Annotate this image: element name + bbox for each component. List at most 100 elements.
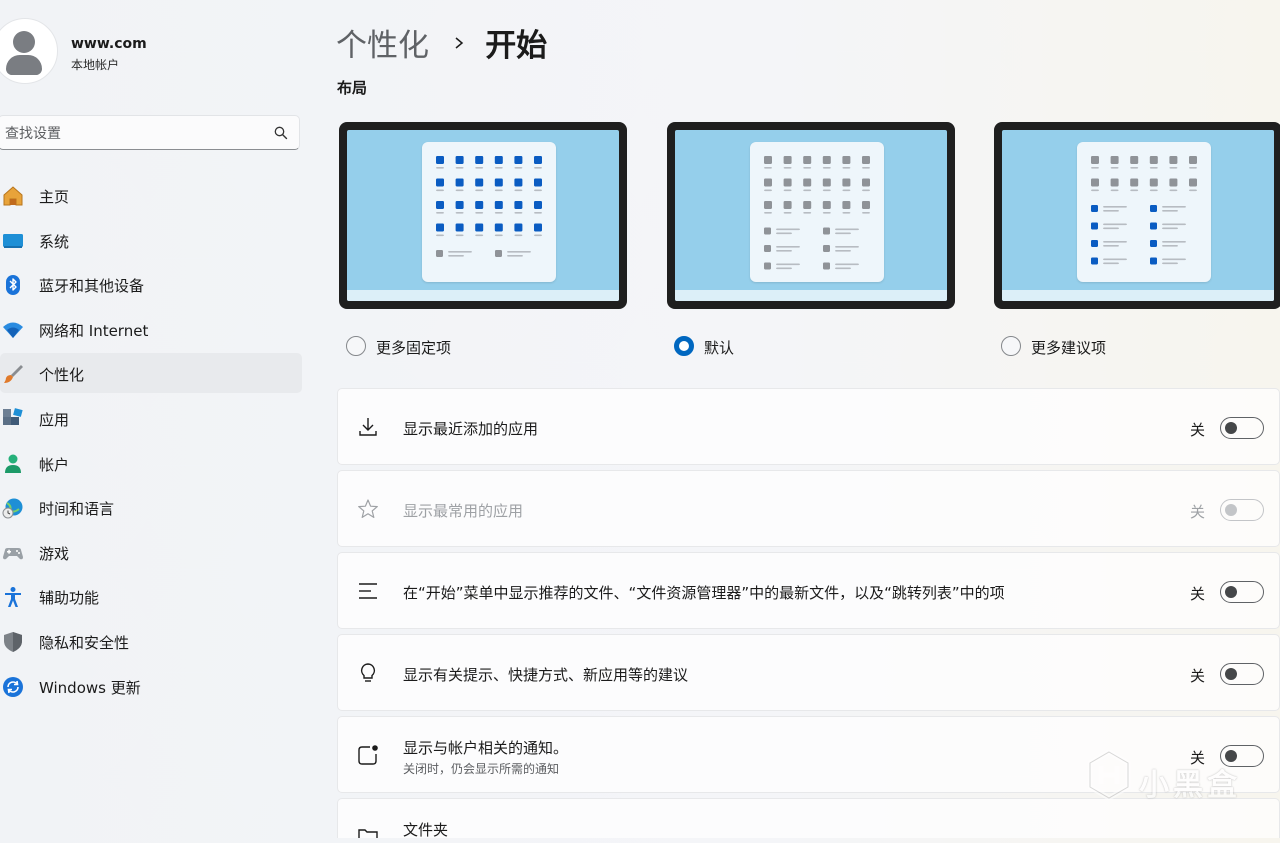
pinned-app-label xyxy=(1091,189,1099,192)
toggle-switch[interactable] xyxy=(1220,417,1264,439)
sidebar-nav: 主页 系统 蓝牙和其他设备 网络和 Internet 个性化 应用 帐户 时间和… xyxy=(0,175,302,710)
setting-row-tips-suggestions[interactable]: 显示有关提示、快捷方式、新应用等的建议 关 xyxy=(337,634,1280,711)
setting-row-recommended-files[interactable]: 在“开始”菜单中显示推荐的文件、“文件资源管理器”中的最新文件，以及“跳转列表”… xyxy=(337,552,1280,629)
pinned-app-tile xyxy=(514,178,523,187)
pinned-app-label xyxy=(494,234,503,237)
sidebar-item-label: 主页 xyxy=(39,188,70,206)
pinned-app-label xyxy=(842,167,851,169)
sidebar-item-gaming[interactable]: 游戏 xyxy=(0,532,302,572)
search-input[interactable] xyxy=(3,116,267,151)
pinned-app-label xyxy=(494,189,503,192)
pinned-app-label xyxy=(842,189,851,192)
recommended-item-line xyxy=(1162,206,1186,208)
toggle-switch[interactable] xyxy=(1220,581,1264,603)
sidebar-item-time-language[interactable]: 时间和语言 xyxy=(0,487,302,527)
recommended-item-icon xyxy=(495,250,502,257)
layout-preview-default[interactable] xyxy=(667,122,955,309)
pinned-app-tile xyxy=(1149,156,1158,164)
sidebar-item-label: Windows 更新 xyxy=(39,678,141,697)
toggle-switch[interactable] xyxy=(1220,499,1264,521)
pinned-app-label xyxy=(1130,167,1139,169)
layout-radio-row[interactable]: 更多建议项 xyxy=(994,336,1280,360)
pinned-app-label xyxy=(803,167,812,169)
sidebar-item-home[interactable]: 主页 xyxy=(0,175,302,215)
pinned-app-tile xyxy=(475,178,484,187)
sidebar-item-network[interactable]: 网络和 Internet xyxy=(0,309,302,349)
layout-preview-more-pins[interactable] xyxy=(339,122,627,309)
sidebar-item-privacy[interactable]: 隐私和安全性 xyxy=(0,621,302,661)
sidebar-item-accounts[interactable]: 帐户 xyxy=(0,443,302,483)
sidebar-item-bluetooth[interactable]: 蓝牙和其他设备 xyxy=(0,264,302,304)
layout-option-more-pins[interactable]: 更多固定项 xyxy=(339,122,629,360)
pinned-app-tile xyxy=(1110,156,1119,164)
avatar[interactable] xyxy=(0,18,58,84)
preview-screen xyxy=(1002,130,1274,301)
pinned-app-tile xyxy=(455,156,464,164)
recommended-item-line xyxy=(776,232,792,235)
recommended-item-icon xyxy=(1091,257,1098,265)
avatar-body xyxy=(6,55,42,75)
sidebar-item-label: 网络和 Internet xyxy=(39,321,149,340)
pinned-app-label xyxy=(1091,167,1099,169)
layout-radio-row[interactable]: 默认 xyxy=(667,336,957,360)
pinned-app-label xyxy=(1189,189,1197,192)
pinned-app-label xyxy=(494,212,503,214)
recommended-item-line xyxy=(1103,258,1127,261)
recommended-item-line xyxy=(835,263,859,266)
pinned-app-label xyxy=(436,212,444,214)
sidebar-item-system[interactable]: 系统 xyxy=(0,220,302,260)
pinned-app-tile xyxy=(842,156,851,164)
monitor-icon xyxy=(3,233,23,248)
search-box[interactable] xyxy=(0,115,300,151)
layout-option-more-recommendations[interactable]: 更多建议项 xyxy=(994,122,1280,360)
toggle-switch[interactable] xyxy=(1220,663,1264,685)
home-icon xyxy=(3,186,23,206)
pinned-app-label xyxy=(475,234,484,237)
recommended-item-line xyxy=(776,246,800,248)
layout-option-default[interactable]: 默认 xyxy=(667,122,957,360)
toggle-state-label: 关 xyxy=(1189,503,1205,521)
layout-preview-more-recommendations[interactable] xyxy=(994,122,1280,309)
recommended-item-line xyxy=(776,263,800,266)
pinned-app-label xyxy=(764,167,772,169)
user-profile[interactable]: www.com 本地帐户 xyxy=(0,18,300,88)
pinned-app-label xyxy=(534,189,542,192)
preview-screen xyxy=(347,130,619,301)
recommended-item-line xyxy=(776,228,800,231)
pinned-app-label xyxy=(1130,189,1139,192)
pinned-app-tile xyxy=(475,223,484,232)
lightbulb-icon xyxy=(360,663,376,682)
recommended-item-line xyxy=(1103,262,1119,265)
recommended-item-icon xyxy=(1091,222,1098,230)
recommended-item-icon xyxy=(1150,205,1157,212)
setting-row-recently-added-apps[interactable]: 显示最近添加的应用 关 xyxy=(337,388,1280,465)
recommended-item-icon xyxy=(823,262,830,270)
sidebar-item-apps[interactable]: 应用 xyxy=(0,398,302,438)
layout-radio-row[interactable]: 更多固定项 xyxy=(339,336,629,360)
pinned-app-tile xyxy=(514,156,523,164)
pinned-app-tile xyxy=(822,201,831,209)
pinned-app-tile xyxy=(1130,156,1139,164)
breadcrumb-parent[interactable]: 个性化 xyxy=(336,28,429,64)
toggle-state-label: 关 xyxy=(1189,667,1205,685)
pinned-app-tile xyxy=(436,223,444,232)
recommended-item-line xyxy=(835,228,859,231)
sidebar-item-label: 帐户 xyxy=(39,455,70,474)
sidebar-item-windows-update[interactable]: Windows 更新 xyxy=(0,666,302,706)
main-content: 个性化 开始 布局 更多固定项 默认 更多建议项 显示最近添加的应用 关 显示最… xyxy=(336,0,1280,838)
pinned-app-tile xyxy=(1091,178,1099,187)
sidebar-item-personalization[interactable]: 个性化 xyxy=(0,353,302,394)
radio-default[interactable] xyxy=(674,336,694,356)
radio-more-pins[interactable] xyxy=(346,336,366,356)
pinned-app-label xyxy=(1189,167,1197,169)
setting-row-most-used-apps[interactable]: 显示最常用的应用 关 xyxy=(337,470,1280,547)
recommended-item-line xyxy=(1103,245,1119,247)
pinned-app-label xyxy=(1110,167,1119,169)
sidebar-item-label: 蓝牙和其他设备 xyxy=(39,277,145,296)
search-icon[interactable] xyxy=(273,125,289,141)
sidebar-item-accessibility[interactable]: 辅助功能 xyxy=(0,576,302,616)
recommended-item-icon xyxy=(1150,257,1157,265)
radio-more-recommendations[interactable] xyxy=(1001,336,1021,356)
avatar-head xyxy=(13,31,35,53)
recommended-item-line xyxy=(776,250,792,252)
